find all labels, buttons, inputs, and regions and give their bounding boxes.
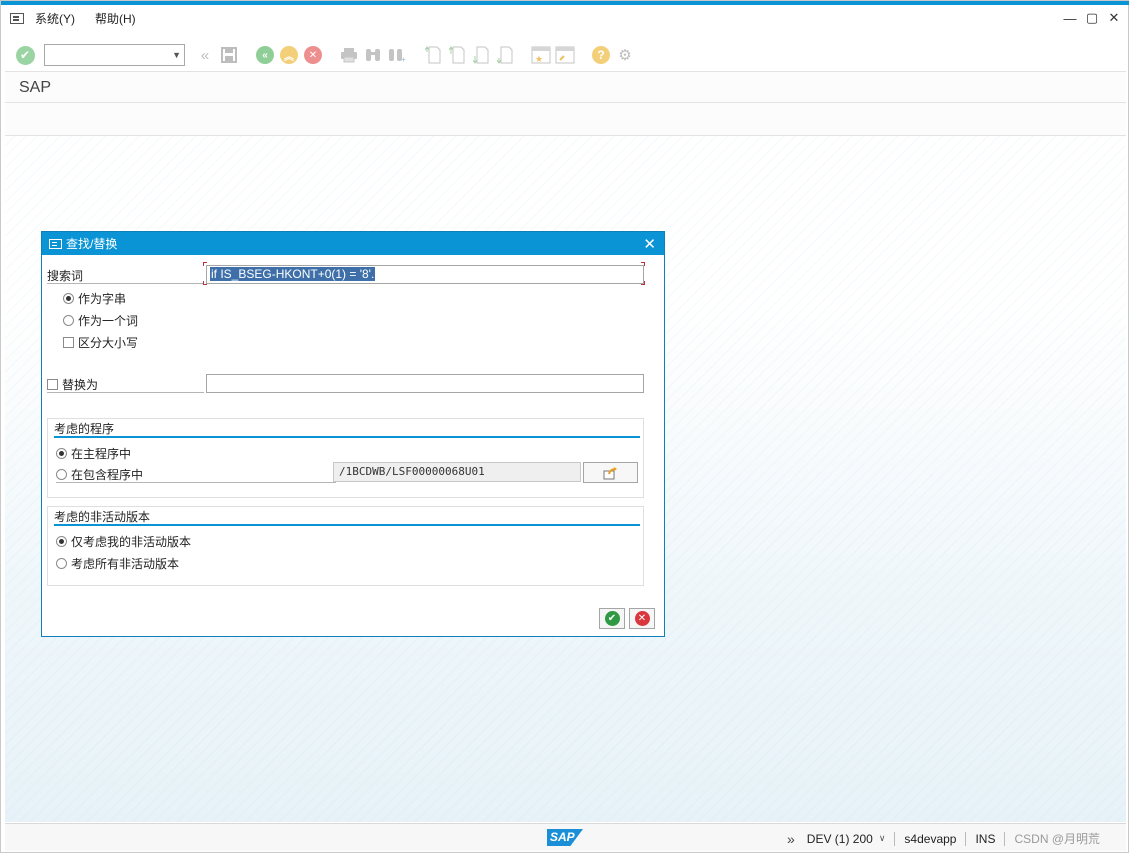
dialog-title-bar: 查找/替换 ✕ [42,232,664,255]
first-page-icon[interactable] [421,43,445,67]
minimize-icon[interactable]: — [1064,11,1077,26]
find-icon[interactable] [361,43,385,67]
sap-logo: SAP [547,829,583,846]
find-replace-dialog: 查找/替换 ✕ 搜索词 if IS_BSEG-HKONT+0(1) = '8'.… [41,231,665,637]
include-program-field: /1BCDWB/LSF00000068U01 [333,462,581,482]
print-icon[interactable] [337,43,361,67]
all-inactive-radio[interactable]: 考虑所有非活动版本 [56,555,179,572]
help-button[interactable]: ? [589,43,613,67]
enter-button[interactable]: ✔ [13,43,37,67]
previous-page-icon[interactable] [445,43,469,67]
cancel-button[interactable]: ✕ [629,608,655,629]
as-word-label: 作为一个词 [78,314,139,328]
programs-group-title: 考虑的程序 [54,423,640,438]
menu-list-icon[interactable] [10,13,24,24]
maximize-icon[interactable]: ▢ [1086,10,1098,25]
in-main-program-label: 在主程序中 [71,447,132,461]
watermark: CSDN @月明荒 [1014,832,1101,846]
cancel-toolbar-button[interactable]: ✕ [301,43,325,67]
search-term-value: if IS_BSEG-HKONT+0(1) = '8'. [210,267,376,281]
status-bar: SAP » DEV (1) 200 ∨ s4devapp INS CSDN @月… [5,823,1126,851]
screen-title-bar: SAP [5,71,1126,103]
exit-button[interactable]: ︽ [277,43,301,67]
dialog-title: 查找/替换 [66,237,118,251]
as-string-label: 作为字串 [78,292,127,306]
server-info: s4devapp [904,831,957,846]
checkmark-icon: ✔ [15,45,35,65]
inactive-versions-group: 考虑的非活动版本 仅考虑我的非活动版本 考虑所有非活动版本 [47,506,644,586]
shortcut-icon[interactable] [553,43,577,67]
export-icon [603,466,617,479]
help-icon: ? [592,46,610,64]
create-session-icon[interactable]: ★ [529,43,553,67]
cancel-icon: ✕ [304,46,322,64]
menu-bar: 系统(Y) 帮助(H) — ▢ ✕ [1,5,1129,32]
inactive-group-title: 考虑的非活动版本 [54,511,640,526]
command-field[interactable]: ▼ [44,44,185,66]
menu-item-system[interactable]: 系统(Y) [35,10,75,27]
search-term-label: 搜索词 [47,267,204,284]
menu-item-help[interactable]: 帮助(H) [95,10,136,27]
case-sensitive-checkbox[interactable]: 区分大小写 [63,334,138,351]
search-term-input[interactable]: if IS_BSEG-HKONT+0(1) = '8'. [206,265,644,284]
as-word-radio[interactable]: 作为一个词 [63,312,138,329]
confirm-button[interactable]: ✔ [599,608,625,629]
exit-icon: ︽ [280,46,298,64]
back-button[interactable]: « [253,43,277,67]
svg-text:+: + [401,55,406,63]
svg-text:★: ★ [535,54,543,64]
in-main-program-radio[interactable]: 在主程序中 [56,445,131,462]
chevron-down-icon[interactable]: ∨ [879,833,886,844]
standard-toolbar: ✔ ▼ « « ︽ ✕ + ★ ? ⚙ [1,39,1129,71]
next-page-icon[interactable] [469,43,493,67]
gear-icon[interactable]: ⚙ [613,43,637,67]
in-include-program-radio[interactable]: 在包含程序中 [56,466,336,483]
close-window-icon[interactable]: ✕ [1108,10,1120,25]
replace-input[interactable] [206,374,644,393]
double-chevron-right-icon[interactable]: » [787,831,795,847]
programs-group: 考虑的程序 在主程序中 在包含程序中 /1BCDWB/LSF00000068U0… [47,418,644,498]
page-title: SAP [19,79,52,96]
in-include-program-label: 在包含程序中 [71,467,144,482]
only-my-inactive-label: 仅考虑我的非活动版本 [71,535,192,549]
browse-button[interactable] [583,462,638,483]
status-info: » DEV (1) 200 ∨ s4devapp INS CSDN @月明荒 [787,830,1100,847]
all-inactive-label: 考虑所有非活动版本 [71,557,180,571]
as-string-radio[interactable]: 作为字串 [63,290,126,307]
replace-checkbox[interactable]: 替换为 [47,376,204,393]
application-toolbar [5,103,1126,136]
double-chevron-left-icon[interactable]: « [193,43,217,67]
insert-mode[interactable]: INS [975,832,995,846]
checkmark-icon: ✔ [604,611,620,626]
find-next-icon[interactable]: + [385,43,409,67]
back-icon: « [256,46,274,64]
save-icon[interactable] [217,43,241,67]
sap-gui-window: 系统(Y) 帮助(H) — ▢ ✕ ✔ ▼ « « ︽ ✕ + ★ ? ⚙ SA… [0,0,1129,853]
window-controls: — ▢ ✕ [1064,10,1120,26]
replace-label: 替换为 [62,377,99,392]
only-my-inactive-radio[interactable]: 仅考虑我的非活动版本 [56,533,191,550]
dialog-menu-icon[interactable] [49,238,62,249]
last-page-icon[interactable] [493,43,517,67]
case-sensitive-label: 区分大小写 [78,336,139,350]
system-info[interactable]: DEV (1) 200 [807,832,873,846]
chevron-down-icon[interactable]: ▼ [172,50,181,60]
cancel-icon: ✕ [634,611,650,626]
close-icon[interactable]: ✕ [643,235,656,253]
